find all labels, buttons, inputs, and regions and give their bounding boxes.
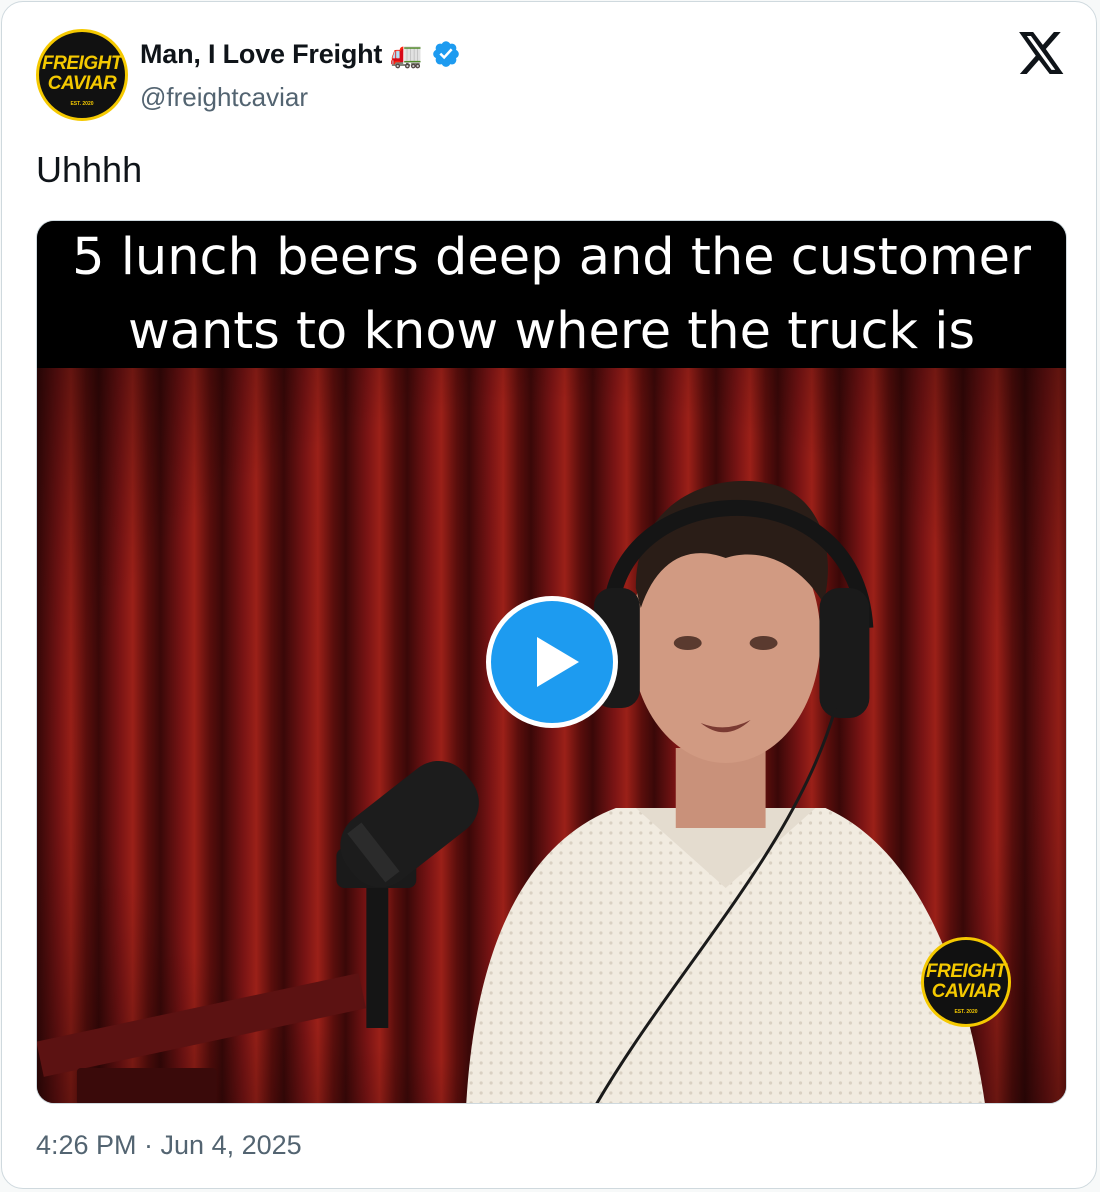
watermark-text-line2: CAVIAR [931, 981, 1001, 1002]
truck-emoji: 🚛 [390, 38, 423, 69]
video-caption-line1: 5 lunch beers deep and the customer [72, 228, 1031, 287]
play-icon [537, 637, 579, 687]
avatar-text-line1: FREIGHT [42, 53, 122, 74]
tweet-text: Uhhhh [36, 149, 143, 190]
author-avatar[interactable]: FREIGHT CAVIAR EST. 2020 [36, 29, 128, 121]
video-watermark-logo: FREIGHT CAVIAR EST. 2020 [921, 937, 1011, 1027]
author-name[interactable]: Man, I Love Freight [140, 39, 382, 70]
video-frame[interactable] [37, 368, 1066, 1104]
author-handle[interactable]: @freightcaviar [140, 82, 308, 113]
tweet-timestamp[interactable]: 4:26 PM · Jun 4, 2025 [36, 1130, 302, 1161]
x-logo-icon[interactable] [1018, 32, 1066, 74]
play-button[interactable] [486, 596, 618, 728]
video-caption: 5 lunch beers deep and the customer want… [37, 221, 1066, 368]
watermark-text-line3: EST. 2020 [954, 1009, 978, 1015]
tweet-video[interactable]: 5 lunch beers deep and the customer want… [36, 220, 1067, 1104]
verified-badge-icon [432, 41, 459, 67]
watermark-text-line1: FREIGHT [926, 961, 1006, 982]
avatar-text-line3: EST. 2020 [70, 101, 94, 107]
author-name-row[interactable]: Man, I Love Freight 🚛 [140, 34, 461, 74]
tweet-card[interactable]: FREIGHT CAVIAR EST. 2020 Man, I Love Fre… [1, 1, 1097, 1189]
video-caption-line2: wants to know where the truck is [127, 302, 976, 361]
avatar-text-line2: CAVIAR [47, 73, 117, 94]
